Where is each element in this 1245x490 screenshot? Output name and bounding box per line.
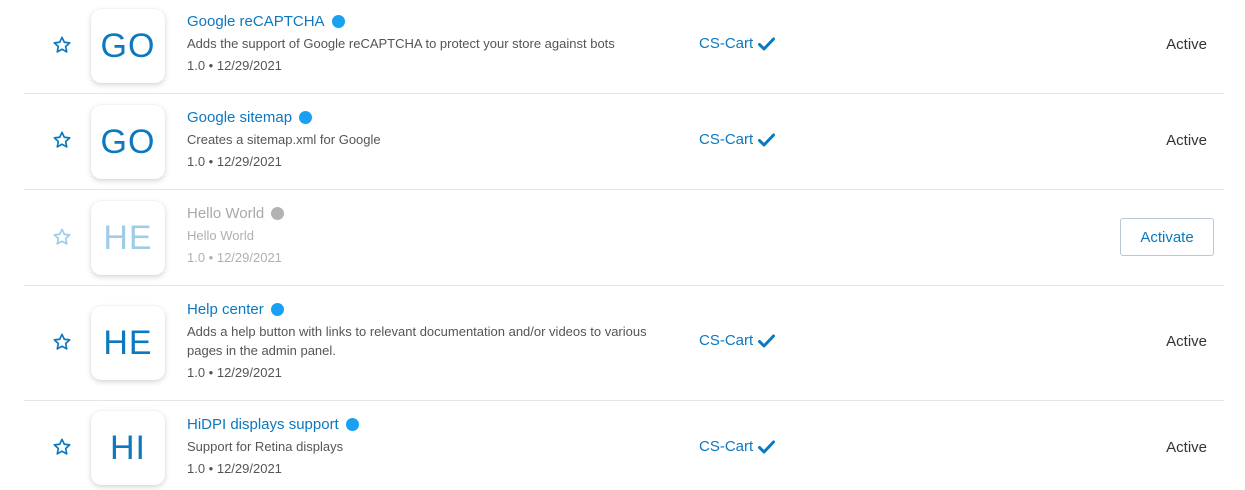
addon-status-text: Active [1166, 439, 1207, 456]
status-dot-icon [270, 302, 284, 316]
addon-info: Hello World Hello World 1.0 • 12/29/2021 [187, 202, 667, 267]
status-dot-icon [345, 417, 359, 431]
activate-button[interactable]: Activate [1120, 218, 1214, 256]
addon-version-date: 1.0 • 12/29/2021 [187, 58, 282, 73]
status-dot-icon [299, 110, 313, 124]
developer-name: CS-Cart [699, 332, 754, 349]
addon-title-link[interactable]: Google reCAPTCHA [187, 13, 325, 30]
addon-info: Help center Adds a help button with link… [187, 298, 667, 382]
addon-row: HE Hello World Hello World 1.0 • 12/29/2… [24, 190, 1224, 286]
addon-row: GO Google reCAPTCHA Adds the support of … [24, 0, 1224, 94]
addon-status-text: Active [1166, 333, 1207, 350]
addon-info: Google reCAPTCHA Adds the support of Goo… [187, 10, 667, 75]
star-icon[interactable] [52, 332, 72, 352]
addon-version-date: 1.0 • 12/29/2021 [187, 365, 282, 380]
developer-name: CS-Cart [699, 131, 754, 148]
addon-version-date: 1.0 • 12/29/2021 [187, 461, 282, 476]
addons-list: GO Google reCAPTCHA Adds the support of … [24, 0, 1224, 490]
addon-title-link[interactable]: HiDPI displays support [187, 416, 339, 433]
developer-link[interactable]: CS-Cart [699, 131, 776, 148]
verified-check-icon [758, 133, 776, 146]
addon-description: Support for Retina displays [187, 439, 344, 454]
addon-title-link[interactable]: Google sitemap [187, 109, 292, 126]
star-icon[interactable] [52, 130, 72, 150]
verified-check-icon [758, 37, 776, 50]
developer-link[interactable]: CS-Cart [699, 438, 776, 455]
addon-icon-tile: HI [91, 411, 165, 485]
addon-description: Hello World [187, 228, 254, 243]
addon-status-text: Active [1166, 132, 1207, 149]
developer-link[interactable]: CS-Cart [699, 35, 776, 52]
addon-version-date: 1.0 • 12/29/2021 [187, 250, 282, 265]
verified-check-icon [758, 334, 776, 347]
addon-icon-tile: HE [91, 306, 165, 380]
addon-icon-tile: HE [91, 201, 165, 275]
addon-description: Creates a sitemap.xml for Google [187, 132, 381, 147]
status-dot-icon [331, 14, 345, 28]
developer-name: CS-Cart [699, 438, 754, 455]
addon-row: HI HiDPI displays support Support for Re… [24, 401, 1224, 490]
verified-check-icon [758, 440, 776, 453]
addon-description: Adds the support of Google reCAPTCHA to … [187, 36, 615, 51]
addon-title-link[interactable]: Help center [187, 301, 264, 318]
addon-version-date: 1.0 • 12/29/2021 [187, 154, 282, 169]
addon-info: HiDPI displays support Support for Retin… [187, 413, 667, 478]
star-icon[interactable] [52, 437, 72, 457]
addon-icon-tile: GO [91, 9, 165, 83]
star-icon[interactable] [52, 227, 72, 247]
addon-title-link[interactable]: Hello World [187, 205, 264, 222]
addon-status-text: Active [1166, 36, 1207, 53]
developer-name: CS-Cart [699, 35, 754, 52]
addon-info: Google sitemap Creates a sitemap.xml for… [187, 106, 667, 171]
developer-link[interactable]: CS-Cart [699, 332, 776, 349]
addon-row: GO Google sitemap Creates a sitemap.xml … [24, 94, 1224, 190]
addon-row: HE Help center Adds a help button with l… [24, 286, 1224, 401]
star-icon[interactable] [52, 35, 72, 55]
addon-icon-tile: GO [91, 105, 165, 179]
addon-description: Adds a help button with links to relevan… [187, 324, 647, 358]
status-dot-icon [271, 206, 285, 220]
